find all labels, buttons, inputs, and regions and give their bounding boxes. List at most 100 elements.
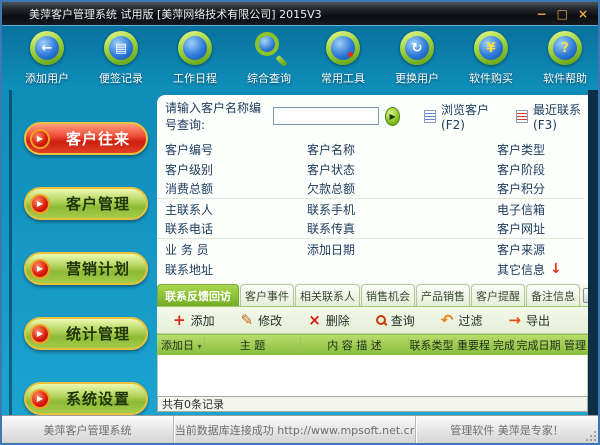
column-header-contact-type[interactable]: 联系类型 <box>409 337 455 353</box>
minimize-button[interactable]: − <box>537 8 547 20</box>
search-row: 请输入客户名称编号查询: ▶ 浏览客户(F2) 最近联系(F3) <box>165 105 584 127</box>
document-icon <box>424 110 436 123</box>
toolbar-item-add-user[interactable]: ← 添加用户 <box>10 26 84 90</box>
play-arrow-icon: ▶ <box>30 324 50 344</box>
form-row: 联系地址 其它信息 ↓ <box>157 259 584 279</box>
sidebar-item-customer-contacts[interactable]: ▶ 客户往来 <box>24 122 148 155</box>
sidebar-item-customer-management[interactable]: ▶ 客户管理 <box>24 187 148 220</box>
document-red-icon <box>516 110 528 123</box>
records-table-body[interactable] <box>157 355 588 396</box>
curved-arrow-icon: ↶ <box>441 313 454 328</box>
column-header-done[interactable]: 完成 <box>493 337 515 353</box>
tab-related-contacts[interactable]: 相关联系人 <box>295 284 360 306</box>
toolbar-item-purchase[interactable]: ¥ 软件购买 <box>454 26 528 90</box>
detail-tabstrip: 联系反馈回访 客户事件 相关联系人 销售机会 产品销售 客户提醒 备注信息 ◂ … <box>157 283 588 307</box>
refresh-icon: ↻ <box>400 31 434 65</box>
toolbar-item-tools[interactable]: 常用工具 <box>306 26 380 90</box>
field-label: 客户阶段 <box>497 161 584 178</box>
window-controls: − □ × <box>537 2 588 26</box>
edit-button[interactable]: ✎ 修改 <box>241 312 283 329</box>
help-icon: ? <box>548 31 582 65</box>
tab-notes[interactable]: 备注信息 <box>526 284 580 306</box>
main-toolbar: ← 添加用户 ▤ 便签记录 工作日程 综合查询 常用工具 ↻ 更换用户 ¥ 软件… <box>2 26 598 90</box>
search-go-button[interactable]: ▶ <box>385 107 400 126</box>
close-button[interactable]: × <box>578 8 588 20</box>
field-label: 联系手机 <box>307 201 497 218</box>
field-label: 电子信箱 <box>497 201 584 218</box>
field-label: 客户状态 <box>307 161 497 178</box>
clock-icon <box>326 31 360 65</box>
play-arrow-icon: ▶ <box>30 194 50 214</box>
form-row: 主联系人 联系手机 电子信箱 <box>157 199 584 219</box>
tab-scroll-left-icon[interactable]: ◂ <box>583 288 588 303</box>
yuan-icon: ¥ <box>474 31 508 65</box>
tab-customer-events[interactable]: 客户事件 <box>240 284 294 306</box>
field-label: 主联系人 <box>157 201 307 218</box>
toolbar-item-help[interactable]: ? 软件帮助 <box>528 26 598 90</box>
form-row: 联系电话 联系传真 客户网址 <box>157 219 584 239</box>
column-header-subject[interactable]: 主 题 <box>205 337 301 353</box>
form-row: 业 务 员 添加日期 客户来源 <box>157 239 584 259</box>
search-label: 请输入客户名称编号查询: <box>165 99 269 133</box>
export-button[interactable]: → 导出 <box>508 312 550 329</box>
field-label: 客户名称 <box>307 141 497 158</box>
tab-scroll-controls: ◂ ▸ <box>581 288 588 306</box>
query-button[interactable]: 查询 <box>376 312 415 329</box>
pencil-icon: ✎ <box>241 313 254 328</box>
title-bar: 美萍客户管理系统 试用版 [美萍网络技术有限公司] 2015V3 − □ × <box>2 2 598 26</box>
record-action-bar: + 添加 ✎ 修改 × 删除 查询 ↶ 过滤 <box>157 307 588 334</box>
toolbar-item-schedule[interactable]: 工作日程 <box>158 26 232 90</box>
sidebar-item-statistics[interactable]: ▶ 统计管理 <box>24 317 148 350</box>
cross-icon: × <box>308 313 321 328</box>
tab-product-sales[interactable]: 产品销售 <box>416 284 470 306</box>
notepad-icon: ▤ <box>104 31 138 65</box>
sidebar: ▶ 客户往来 ▶ 客户管理 ▶ 营销计划 ▶ 统计管理 ▶ 系统设置 <box>24 122 150 445</box>
sidebar-item-marketing-plan[interactable]: ▶ 营销计划 <box>24 252 148 285</box>
sidebar-item-system-settings[interactable]: ▶ 系统设置 <box>24 382 148 415</box>
field-label: 消费总额 <box>157 180 307 197</box>
column-header-description[interactable]: 内 容 描 述 <box>301 337 409 353</box>
app-window: 美萍客户管理系统 试用版 [美萍网络技术有限公司] 2015V3 − □ × ←… <box>0 0 600 445</box>
tab-sales-opportunities[interactable]: 销售机会 <box>361 284 415 306</box>
statusbar-slogan: 管理软件 美萍是专家！ <box>416 416 598 443</box>
field-label: 欠款总额 <box>307 180 497 197</box>
field-label: 客户网址 <box>497 220 584 237</box>
form-row: 客户编号 客户名称 客户类型 <box>157 139 584 159</box>
tab-contact-feedback[interactable]: 联系反馈回访 <box>157 284 239 306</box>
field-label: 添加日期 <box>307 241 497 258</box>
filter-button[interactable]: ↶ 过滤 <box>441 312 483 329</box>
column-header-importance[interactable]: 重要程 <box>455 337 493 353</box>
add-button[interactable]: + 添加 <box>173 312 215 329</box>
play-arrow-icon: ▶ <box>30 259 50 279</box>
statusbar-info: 当前数据库连接成功 http://www.mpsoft.net.cr <box>174 416 416 443</box>
recent-contacts-link[interactable]: 最近联系(F3) <box>516 101 584 132</box>
toolbar-item-switch-user[interactable]: ↻ 更换用户 <box>380 26 454 90</box>
field-label: 客户积分 <box>497 180 584 197</box>
delete-button[interactable]: × 删除 <box>308 312 350 329</box>
field-label: 客户级别 <box>157 161 307 178</box>
customer-detail-form: 客户编号 客户名称 客户类型 客户级别 客户状态 客户阶段 消费总额 欠款总额 … <box>157 139 584 279</box>
records-table-header: 添加日 ▾ 主 题 内 容 描 述 联系类型 重要程 完成 完成日期 管理 <box>157 334 588 355</box>
field-label: 联系地址 <box>157 261 307 278</box>
record-count-bar: 共有0条记录 <box>157 396 588 412</box>
toolbar-item-notes[interactable]: ▤ 便签记录 <box>84 26 158 90</box>
record-count-text: 共有0条记录 <box>162 396 224 412</box>
tab-customer-reminders[interactable]: 客户提醒 <box>471 284 525 306</box>
status-bar: 美萍客户管理系统 当前数据库连接成功 http://www.mpsoft.net… <box>2 415 598 443</box>
field-label: 联系传真 <box>307 220 497 237</box>
search-input[interactable] <box>273 107 379 125</box>
play-arrow-icon: ▶ <box>30 129 50 149</box>
add-user-icon: ← <box>30 31 64 65</box>
column-header-done-date[interactable]: 完成日期 <box>515 337 563 353</box>
field-label: 客户类型 <box>497 141 584 158</box>
maximize-button[interactable]: □ <box>557 8 568 20</box>
toolbar-item-query[interactable]: 综合查询 <box>232 26 306 90</box>
other-info-link[interactable]: 其它信息 ↓ <box>497 261 584 278</box>
form-row: 消费总额 欠款总额 客户积分 <box>157 179 584 199</box>
body-region: ▶ 客户往来 ▶ 客户管理 ▶ 营销计划 ▶ 统计管理 ▶ 系统设置 <box>2 90 598 415</box>
column-header-date[interactable]: 添加日 ▾ <box>157 337 205 353</box>
browse-customers-link[interactable]: 浏览客户(F2) <box>424 101 492 132</box>
column-header-manage[interactable]: 管理 <box>563 337 587 353</box>
search-icon <box>252 31 286 65</box>
field-label: 客户编号 <box>157 141 307 158</box>
